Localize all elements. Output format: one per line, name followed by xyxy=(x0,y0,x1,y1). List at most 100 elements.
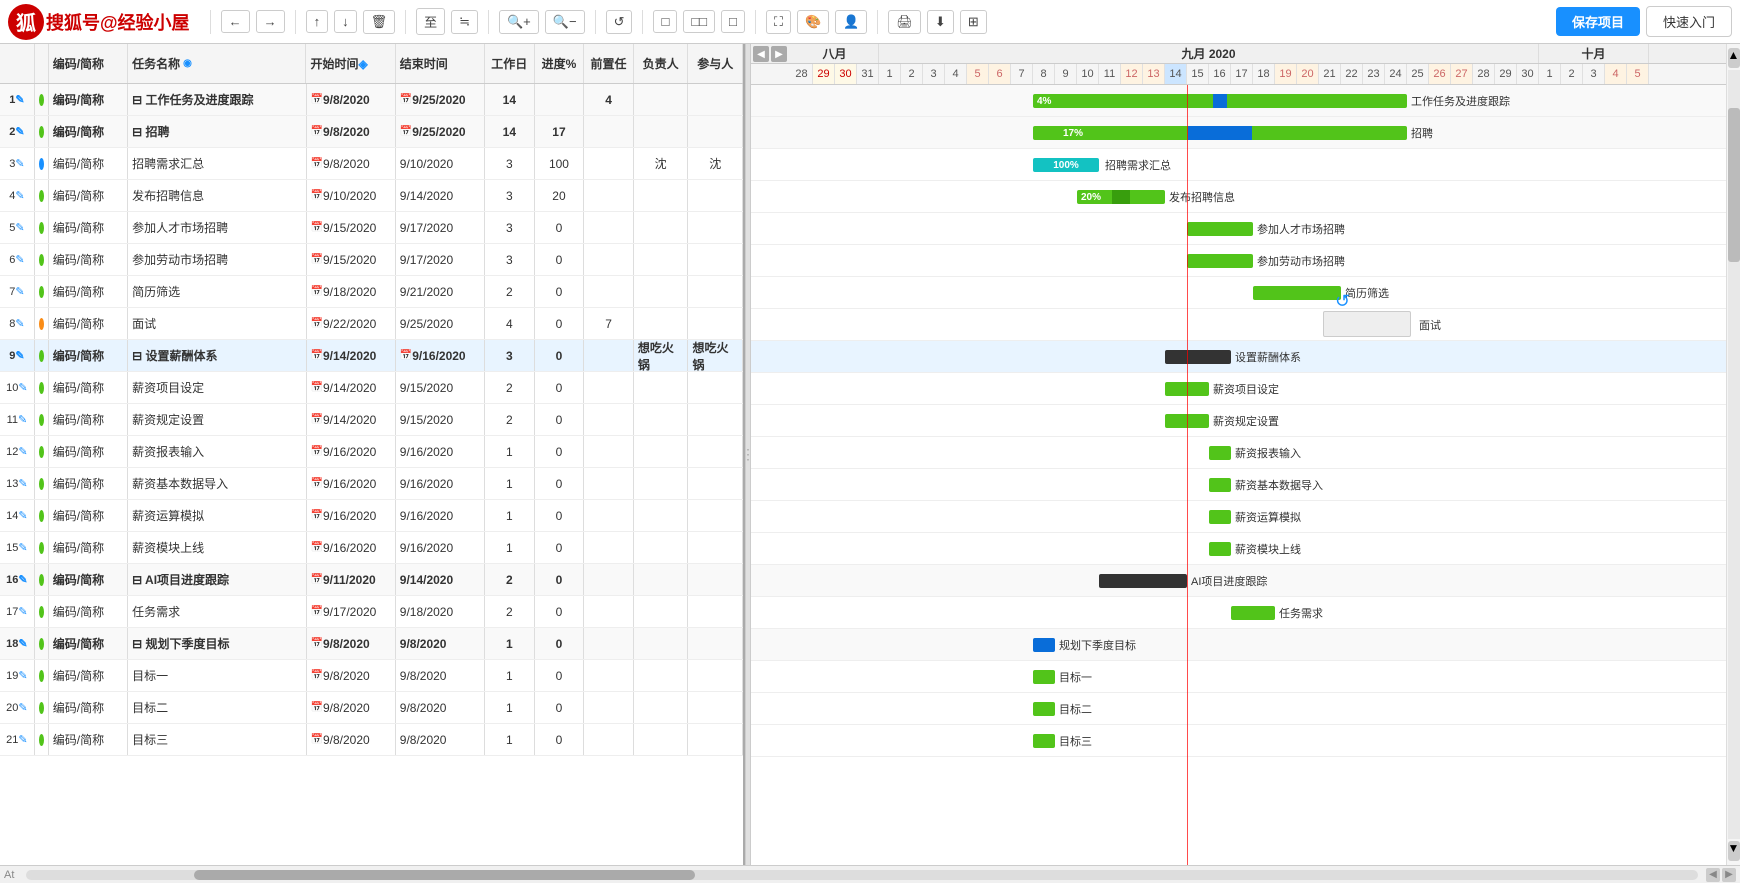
gantt-bar-14[interactable] xyxy=(1209,510,1231,524)
view1-button[interactable]: □ xyxy=(653,10,677,33)
row-participants xyxy=(688,116,743,147)
row-days: 2 xyxy=(485,404,535,435)
row-code: 编码/简称 xyxy=(49,372,128,403)
gantt-bar-21[interactable] xyxy=(1033,734,1055,748)
row-num: 4 ✎ xyxy=(0,180,35,211)
gantt-bar-6[interactable] xyxy=(1187,254,1253,268)
status-dot xyxy=(39,414,44,426)
scroll-down-button[interactable]: ▼ xyxy=(1728,841,1740,861)
cal-day-weekend: 13 xyxy=(1143,64,1165,84)
scroll-left-button[interactable]: ◀ xyxy=(1706,868,1720,882)
quick-entry-button[interactable]: 快速入门 xyxy=(1646,6,1732,37)
row-owner xyxy=(634,180,689,211)
row-name: 参加人才市场招聘 xyxy=(128,212,306,243)
row-dot-col xyxy=(35,404,49,435)
user-button[interactable]: 👤 xyxy=(835,10,867,34)
vertical-scrollbar[interactable]: ▲ ▼ xyxy=(1726,44,1740,865)
row-dot-col xyxy=(35,660,49,691)
row-name: ⊟ 设置薪酬体系 xyxy=(128,340,306,371)
save-button[interactable]: 保存项目 xyxy=(1556,7,1640,36)
zoom-in-button[interactable]: 🔍+ xyxy=(499,10,539,34)
gantt-bar-13[interactable] xyxy=(1209,478,1231,492)
gantt-bar-7[interactable] xyxy=(1253,286,1341,300)
color-button[interactable]: 🎨 xyxy=(797,10,829,34)
gantt-bar-17[interactable] xyxy=(1231,606,1275,620)
row-code: 编码/简称 xyxy=(49,724,128,755)
cal-day: 22 xyxy=(1341,64,1363,84)
horizontal-scrollbar[interactable] xyxy=(26,870,1698,880)
view3-button[interactable]: □ xyxy=(721,10,745,33)
gantt-bar-10[interactable] xyxy=(1165,382,1209,396)
gantt-row: 4% 工作任务及进度跟踪 xyxy=(751,85,1726,117)
gantt-bar-5[interactable] xyxy=(1187,222,1253,236)
row-pct: 0 xyxy=(535,404,585,435)
move-up-button[interactable]: ↑ xyxy=(306,10,329,33)
row-dot-col xyxy=(35,308,49,339)
row-code: 编码/简称 xyxy=(49,404,128,435)
toolbar: 狐 搜狐号@经验小屋 ← → ↑ ↓ 🗑 至 ≒ 🔍+ 🔍− ↺ □ □□ □ … xyxy=(0,0,1740,44)
row-dot-col xyxy=(35,532,49,563)
cal-day: 10 xyxy=(1077,64,1099,84)
gantt-bar-4[interactable]: 20% xyxy=(1077,190,1165,204)
download-button[interactable]: ⬇ xyxy=(927,10,954,34)
table-row: 9 ✎ 编码/简称 ⊟ 设置薪酬体系 📅 9/14/2020 📅 9/16/20… xyxy=(0,340,743,372)
gantt-bar-16[interactable] xyxy=(1099,574,1187,588)
gantt-bar-19[interactable] xyxy=(1033,670,1055,684)
fullscreen-button[interactable]: ⛶ xyxy=(766,10,791,34)
undo-button[interactable]: ← xyxy=(221,10,250,33)
gantt-bar-15[interactable] xyxy=(1209,542,1231,556)
scroll-right-button[interactable]: ▶ xyxy=(1722,868,1736,882)
table-row: 16 ✎ 编码/简称 ⊟ AI项目进度跟踪 📅 9/11/2020 9/14/2… xyxy=(0,564,743,596)
status-dot xyxy=(39,702,44,714)
cal-next-button[interactable]: ▶ xyxy=(771,46,787,62)
outdent-button[interactable]: ≒ xyxy=(451,10,478,34)
gantt-bar-11[interactable] xyxy=(1165,414,1209,428)
gantt-label-19: 目标一 xyxy=(1059,669,1092,685)
gantt-bar-12[interactable] xyxy=(1209,446,1231,460)
gantt-bar-9[interactable] xyxy=(1165,350,1231,364)
table-row: 3 ✎ 编码/简称 招聘需求汇总 📅 9/8/2020 9/10/2020 3 … xyxy=(0,148,743,180)
view2-button[interactable]: □□ xyxy=(683,10,715,33)
row-days: 2 xyxy=(485,372,535,403)
row-start: 📅 9/16/2020 xyxy=(307,468,396,499)
delete-button[interactable]: 🗑 xyxy=(363,10,396,34)
zoom-out-button[interactable]: 🔍− xyxy=(545,10,585,34)
move-down-button[interactable]: ↓ xyxy=(334,10,357,33)
row-start: 📅 9/16/2020 xyxy=(307,532,396,563)
cal-day: 2 xyxy=(901,64,923,84)
gantt-bar-2[interactable]: 17% xyxy=(1033,126,1407,140)
indent-button[interactable]: 至 xyxy=(416,8,445,35)
excel-button[interactable]: ⊞ xyxy=(960,10,987,34)
sep4 xyxy=(488,10,489,34)
gantt-bar-20[interactable] xyxy=(1033,702,1055,716)
row-pre xyxy=(584,628,634,659)
row-start: 📅 9/8/2020 xyxy=(307,724,396,755)
cal-prev-button[interactable]: ◀ xyxy=(753,46,769,62)
gantt-label-6: 参加劳动市场招聘 xyxy=(1257,253,1345,269)
scroll-up-button[interactable]: ▲ xyxy=(1728,48,1740,68)
gantt-bar-1[interactable]: 4% xyxy=(1033,94,1407,108)
gantt-bar-3[interactable]: 100% xyxy=(1033,158,1099,172)
gantt-label-18: 规划下季度目标 xyxy=(1059,637,1136,653)
row-participants xyxy=(688,692,743,723)
redo-button[interactable]: → xyxy=(256,10,285,33)
cal-day: 4 xyxy=(945,64,967,84)
row-num: 3 ✎ xyxy=(0,148,35,179)
row-days: 3 xyxy=(485,180,535,211)
status-dot xyxy=(39,222,44,234)
gantt-bar-18[interactable] xyxy=(1033,638,1055,652)
scroll-thumb[interactable] xyxy=(1728,108,1740,262)
gantt-label-15: 薪资模块上线 xyxy=(1235,541,1301,557)
row-name: ⊟ 工作任务及进度跟踪 xyxy=(128,84,306,115)
scrollbar-thumb[interactable] xyxy=(194,870,695,880)
print-button[interactable]: 🖨 xyxy=(888,10,921,34)
row-num: 16 ✎ xyxy=(0,564,35,595)
row-participants xyxy=(688,308,743,339)
row-dot-col xyxy=(35,564,49,595)
gantt-label-11: 薪资规定设置 xyxy=(1213,413,1279,429)
row-code: 编码/简称 xyxy=(49,84,128,115)
row-pct xyxy=(535,84,585,115)
refresh-button[interactable]: ↺ xyxy=(606,10,633,34)
gantt-label-2: 招聘 xyxy=(1411,125,1433,141)
table-row: 14 ✎ 编码/简称 薪资运算模拟 📅 9/16/2020 9/16/2020 … xyxy=(0,500,743,532)
